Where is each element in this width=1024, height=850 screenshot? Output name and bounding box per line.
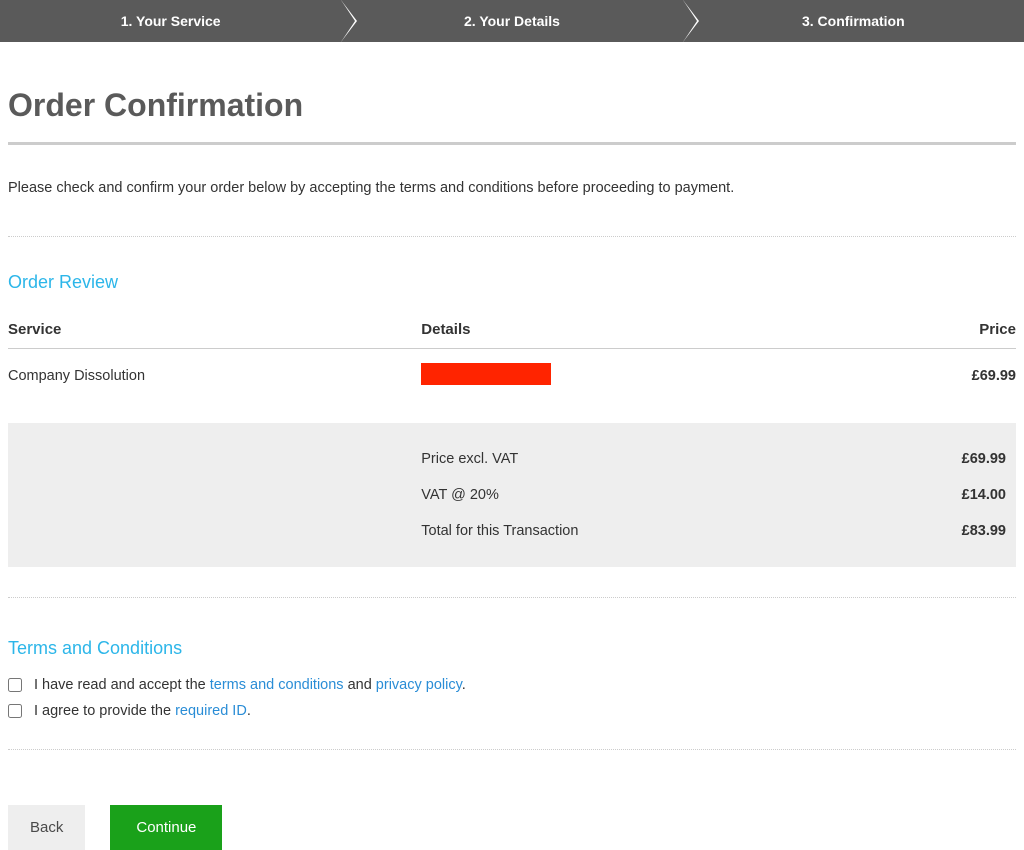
summary-vat-value: £14.00 (962, 487, 1016, 503)
table-header-details: Details (421, 311, 916, 349)
order-item-details (421, 349, 916, 404)
terms-checkbox-row-2: I agree to provide the required ID. (8, 703, 1016, 719)
summary-row-vat: VAT @ 20% £14.00 (8, 477, 1016, 513)
summary-excl-vat-label: Price excl. VAT (421, 451, 961, 467)
order-table: Service Details Price Company Dissolutio… (8, 311, 1016, 403)
summary-row-excl-vat: Price excl. VAT £69.99 (8, 441, 1016, 477)
terms-accept-checkbox[interactable] (8, 678, 22, 692)
continue-button[interactable]: Continue (110, 805, 222, 850)
summary-excl-vat-value: £69.99 (962, 451, 1016, 467)
progress-step-service: 1. Your Service (0, 0, 341, 42)
button-row: Back Continue (8, 805, 1016, 850)
divider (8, 749, 1016, 750)
divider (8, 236, 1016, 237)
divider (8, 597, 1016, 598)
redacted-details (421, 363, 551, 385)
progress-bar: 1. Your Service 2. Your Details 3. Confi… (0, 0, 1024, 42)
back-button[interactable]: Back (8, 805, 85, 850)
summary-row-total: Total for this Transaction £83.99 (8, 513, 1016, 549)
terms-accept-label: I have read and accept the terms and con… (34, 677, 466, 693)
progress-step-confirmation: 3. Confirmation (683, 0, 1024, 42)
order-review-heading: Order Review (8, 272, 1016, 293)
terms-checkbox-row-1: I have read and accept the terms and con… (8, 677, 1016, 693)
terms-conditions-link[interactable]: terms and conditions (210, 677, 344, 693)
privacy-policy-link[interactable]: privacy policy (376, 677, 462, 693)
required-id-link[interactable]: required ID (175, 703, 247, 719)
summary-vat-label: VAT @ 20% (421, 487, 961, 503)
summary-total-label: Total for this Transaction (421, 523, 961, 539)
order-summary: Price excl. VAT £69.99 VAT @ 20% £14.00 … (8, 423, 1016, 567)
table-header-price: Price (916, 311, 1016, 349)
page-title: Order Confirmation (8, 87, 1016, 124)
required-id-label: I agree to provide the required ID. (34, 703, 251, 719)
progress-step-details: 2. Your Details (341, 0, 682, 42)
required-id-checkbox[interactable] (8, 704, 22, 718)
order-item-service: Company Dissolution (8, 349, 421, 404)
terms-heading: Terms and Conditions (8, 638, 1016, 659)
table-row: Company Dissolution £69.99 (8, 349, 1016, 404)
table-header-service: Service (8, 311, 421, 349)
summary-total-value: £83.99 (962, 523, 1016, 539)
order-item-price: £69.99 (916, 349, 1016, 404)
intro-text: Please check and confirm your order belo… (8, 180, 1016, 196)
title-underline (8, 142, 1016, 145)
